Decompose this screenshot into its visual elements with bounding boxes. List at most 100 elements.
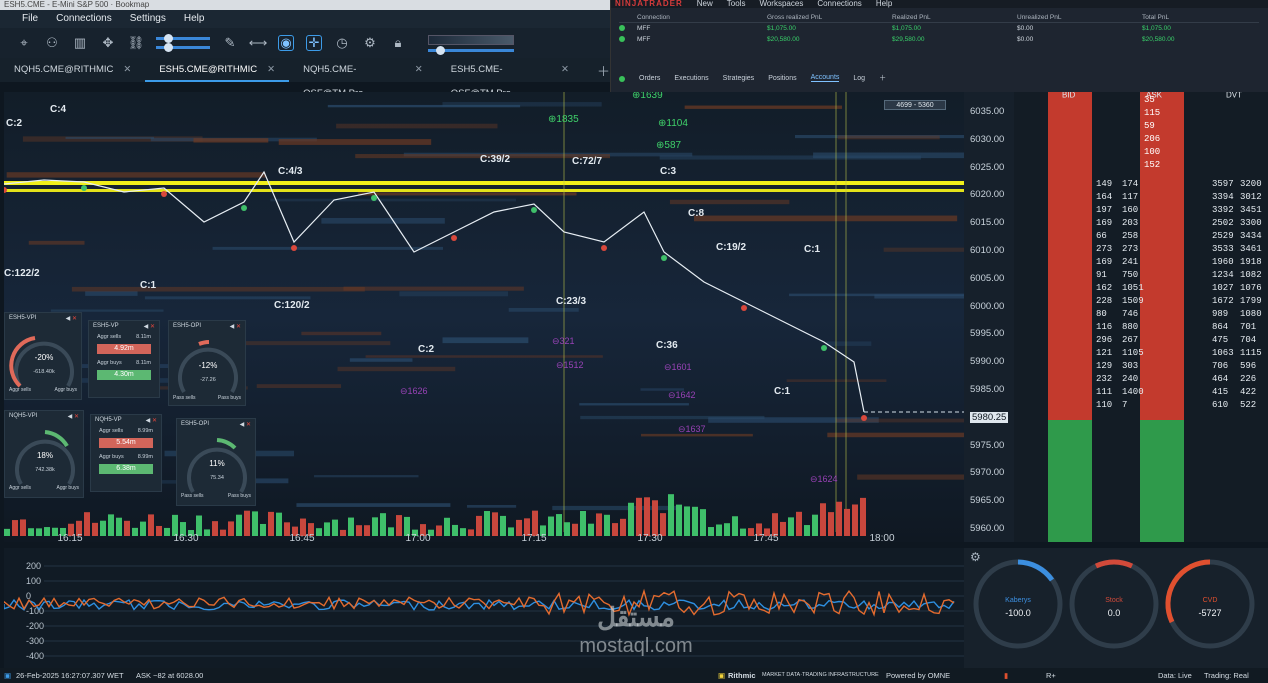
link-icon[interactable]: ⛓ bbox=[128, 35, 145, 51]
column-header[interactable]: Unrealized PnL bbox=[1017, 12, 1142, 23]
close-icon[interactable]: ✕ bbox=[123, 58, 131, 82]
nt-menu-new[interactable]: New bbox=[697, 0, 713, 8]
replay-icon[interactable]: R+ bbox=[1046, 668, 1056, 683]
brightness-slider[interactable] bbox=[156, 43, 210, 52]
time-tick-label: 16:15 bbox=[57, 533, 82, 542]
price-axis[interactable]: 6035.00 6030.00 6025.00 6020.00 6015.00 6010.… bbox=[964, 92, 1014, 542]
cluster-label: C:1 bbox=[804, 244, 821, 255]
close-icon[interactable]: ✕ bbox=[152, 418, 157, 424]
chart-icon[interactable]: ▥ bbox=[72, 35, 88, 51]
lock-icon[interactable]: 🔒︎ bbox=[390, 35, 406, 51]
liquidity-band bbox=[212, 246, 444, 250]
speaker-icon[interactable]: ◀ bbox=[146, 418, 151, 424]
speaker-icon[interactable]: ◀ bbox=[66, 316, 71, 322]
trade-bubble bbox=[741, 305, 747, 311]
nt-menu-tools[interactable]: Tools bbox=[727, 0, 746, 8]
nt-menu-workspaces[interactable]: Workspaces bbox=[759, 0, 803, 8]
column-header[interactable]: Realized PnL bbox=[892, 12, 1017, 23]
status-powered: Powered by OMNE bbox=[886, 671, 951, 680]
close-icon[interactable]: ✕ bbox=[267, 58, 275, 80]
nt-menu-help[interactable]: Help bbox=[876, 0, 892, 8]
esh5-opi-widget-2[interactable]: ESH5-OPI ◀ ✕ 11% 75.34 Pass sells Pass bu… bbox=[176, 418, 256, 506]
speaker-icon[interactable]: ◀ bbox=[68, 414, 73, 420]
nt-tab-accounts[interactable]: Accounts bbox=[810, 74, 840, 82]
close-icon[interactable]: ✕ bbox=[561, 58, 569, 82]
cross-icon[interactable]: ✛ bbox=[306, 35, 322, 51]
esh5-opi-widget[interactable]: ESH5-OPI ◀ ✕ -12% -27.26 Pass sells Pass … bbox=[168, 320, 246, 406]
clock-icon[interactable]: ◷ bbox=[334, 35, 350, 51]
crosshair-icon[interactable]: ⌖ bbox=[16, 35, 32, 51]
volume-bar bbox=[460, 528, 466, 536]
gauges-canvas: Kaberys -100.0 Stock 0.0 CVD -5727 bbox=[973, 559, 1255, 649]
tab-esh5-rithmic[interactable]: ESH5.CME@RITHMIC ✕ bbox=[145, 58, 290, 82]
dom-cell: 267 bbox=[1122, 335, 1138, 345]
speaker-icon[interactable]: ◀ bbox=[230, 324, 235, 330]
close-icon[interactable]: ✕ bbox=[415, 58, 423, 82]
volume-bar bbox=[12, 520, 18, 536]
menu-connections[interactable]: Connections bbox=[56, 10, 112, 28]
table-row[interactable]: MFF $20,580.00 $29,580.00 $0.00 $20,580.… bbox=[619, 34, 1259, 45]
table-row[interactable]: MFF $1,075.00 $1,075.00 $0.00 $1,075.00 bbox=[619, 23, 1259, 34]
color-scheme-select[interactable] bbox=[428, 34, 514, 45]
menu-help[interactable]: Help bbox=[184, 10, 205, 28]
speaker-icon[interactable]: ◀ bbox=[240, 422, 245, 428]
order-book-panel[interactable]: BID ASK DVT 35 115 59 206 100 152 149 174 3597 3200 1… bbox=[1014, 91, 1268, 542]
volume-bar bbox=[492, 512, 498, 536]
cluster-label: C:120/2 bbox=[274, 300, 310, 311]
cvd-indicator-pane[interactable]: 200 100 0 -100 -200 -300 -400 bbox=[3, 548, 964, 668]
pencil-icon[interactable]: ✎ bbox=[222, 35, 238, 51]
volume-bar bbox=[324, 522, 330, 536]
esh5-vp-widget[interactable]: ESH5-VP ◀ ✕ Aggr sells 8.11m 4.92m Aggr bu… bbox=[88, 320, 160, 398]
close-icon[interactable]: ✕ bbox=[246, 422, 251, 428]
column-header[interactable]: Connection bbox=[637, 12, 767, 23]
menu-file[interactable]: File bbox=[22, 10, 38, 28]
tab-nqh5-rithmic[interactable]: NQH5.CME@RITHMIC ✕ bbox=[0, 58, 145, 82]
sells-label: Aggr sells bbox=[99, 428, 124, 434]
speaker-icon[interactable]: ◀ bbox=[144, 324, 149, 330]
share-icon[interactable]: ⚇ bbox=[44, 35, 60, 51]
heatmap-chart[interactable]: C:2 C:4 C:122/2 C:1 C:4/3 C:120/2 C:2 C:39/2 C:7… bbox=[1, 90, 1145, 544]
volume-bar bbox=[484, 511, 490, 536]
close-icon[interactable]: ✕ bbox=[236, 324, 241, 330]
close-icon[interactable]: ✕ bbox=[72, 316, 77, 322]
move-icon[interactable]: ✥ bbox=[100, 35, 116, 51]
dom-cell: 610 bbox=[1212, 400, 1228, 410]
nt-tab-orders[interactable]: Orders bbox=[639, 75, 660, 82]
esh5-vpi-widget[interactable]: ESH5-VPI ◀ ✕ -20% -618.40k Aggr sells Agg… bbox=[4, 312, 82, 400]
gauge-right-label: Aggr buys bbox=[54, 387, 77, 393]
nqh5-vp-widget[interactable]: NQH5-VP ◀ ✕ Aggr sells 8.99m 5.54m Aggr bu… bbox=[90, 414, 162, 492]
dom-cell: 1234 bbox=[1212, 270, 1234, 280]
price-tick-label: 6030.00 bbox=[970, 133, 1005, 145]
nt-add-tab-button[interactable]: ＋ bbox=[879, 73, 886, 83]
tab-nqh5-osf[interactable]: NQH5.CME-OSF@TM.Pro ✕ bbox=[289, 58, 437, 99]
volume-bar bbox=[604, 514, 610, 536]
dom-cell: 3200 bbox=[1240, 179, 1262, 189]
dom-cell: 1918 bbox=[1240, 257, 1262, 267]
nt-tab-executions[interactable]: Executions bbox=[674, 75, 708, 82]
settings-gear-icon[interactable]: ⚙ bbox=[970, 550, 981, 564]
contrast-slider[interactable] bbox=[156, 34, 210, 43]
nt-tab-log[interactable]: Log bbox=[853, 75, 865, 82]
heatmap-slider[interactable] bbox=[428, 45, 514, 55]
indicator-icon[interactable]: ⚙ bbox=[362, 35, 378, 51]
dom-cell: 701 bbox=[1240, 322, 1256, 332]
add-tab-button[interactable]: ＋ bbox=[583, 61, 610, 80]
gauge-value: -12% bbox=[198, 361, 218, 370]
close-icon[interactable]: ✕ bbox=[74, 414, 79, 420]
status-dot-icon bbox=[619, 25, 625, 31]
price-tick-label: 6005.00 bbox=[970, 272, 1005, 284]
close-icon[interactable]: ✕ bbox=[150, 324, 155, 330]
nt-menu-connections[interactable]: Connections bbox=[817, 0, 861, 8]
column-header[interactable]: Gross realized PnL bbox=[767, 12, 892, 23]
volume-bar bbox=[132, 527, 138, 536]
column-header[interactable]: Total PnL bbox=[1142, 12, 1262, 23]
volume-bar bbox=[852, 504, 858, 536]
nt-tab-strategies[interactable]: Strategies bbox=[723, 75, 755, 82]
tab-esh5-osf[interactable]: ESH5.CME-OSF@TM.Pro ✕ bbox=[437, 58, 583, 99]
measure-icon[interactable]: ⟷ bbox=[249, 35, 268, 51]
nqh5-vpi-widget[interactable]: NQH5-VPI ◀ ✕ 18% 742.38k Aggr sells Aggr … bbox=[4, 410, 84, 498]
menu-settings[interactable]: Settings bbox=[130, 10, 166, 28]
widget-title: NQH5-VP bbox=[95, 417, 122, 423]
nt-tab-positions[interactable]: Positions bbox=[768, 75, 796, 82]
chat-icon[interactable]: ◉ bbox=[278, 35, 294, 51]
